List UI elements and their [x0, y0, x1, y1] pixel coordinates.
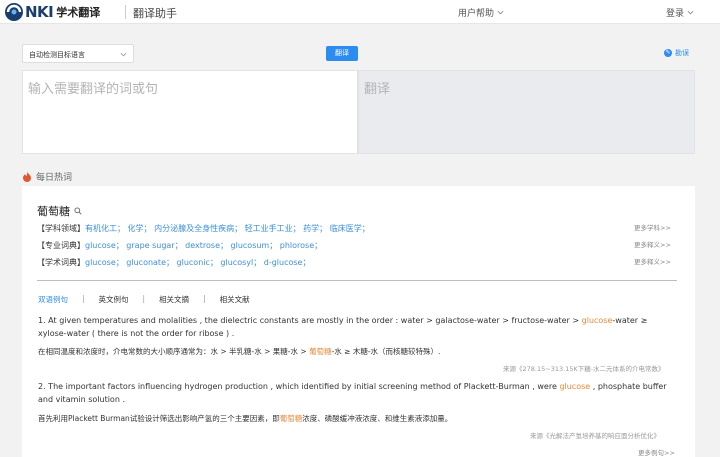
chevron-down-icon — [687, 10, 694, 15]
more-definitions-link[interactable]: 更多释义>> — [634, 239, 671, 249]
example-tabs: 双语例句 | 英文例句 | 相关文摘 | 相关文献 — [38, 294, 264, 305]
login-menu[interactable]: 登录 — [666, 6, 694, 19]
row-values[interactable]: glucose； gluconate； gluconic； glucosyl； … — [85, 258, 310, 267]
example-text: 1. At given temperatures and molalities … — [38, 316, 582, 325]
example-source[interactable]: 来源《光解法产氢培养基的响应面分析优化》 — [530, 430, 660, 440]
help-menu[interactable]: 用户帮助 — [458, 6, 504, 19]
fire-icon — [23, 171, 31, 182]
divider — [37, 280, 677, 281]
chevron-down-icon — [120, 52, 127, 57]
example-text: 2. The important factors influencing hyd… — [38, 382, 560, 391]
row-tag: 【专业词典】 — [37, 241, 85, 250]
more-definitions-link[interactable]: 更多释义>> — [634, 256, 671, 266]
example-text: 在相同温度和浓度时，介电常数的大小顺序通常为：水 > 半乳糖-水 > 果糖-水 … — [38, 347, 310, 356]
translation-output: 翻译 — [358, 70, 695, 154]
language-select-value: 自动检测目标语言 — [29, 51, 85, 59]
header-divider — [125, 5, 126, 19]
feedback-link[interactable]: ✎ 勘误 — [664, 48, 689, 58]
more-subjects-link[interactable]: 更多学科>> — [634, 222, 671, 232]
example-chinese: 首先利用Plackett Burman试验设计筛选出影响产氢的三个主要因素，即葡… — [38, 413, 452, 424]
chevron-down-icon — [497, 10, 504, 15]
example-english: 2. The important factors influencing hyd… — [38, 380, 678, 406]
feedback-label: 勘误 — [675, 49, 689, 57]
tab-english-examples[interactable]: 英文例句 — [99, 294, 143, 305]
language-select[interactable]: 自动检测目标语言 — [22, 44, 134, 63]
example-highlight: glucose — [581, 316, 613, 325]
source-placeholder: 输入需要翻译的词或句 — [28, 82, 159, 97]
row-values[interactable]: glucose； grape sugar； dextrose； glucosum… — [85, 241, 322, 250]
hot-word: 葡萄糖 — [37, 205, 70, 218]
academic-dictionary-row: 【学术词典】glucose； gluconate； gluconic； gluc… — [37, 257, 310, 268]
target-placeholder: 翻译 — [364, 82, 391, 97]
translate-button[interactable]: 翻译 — [326, 46, 358, 61]
more-examples-link[interactable]: 更多例句>> — [638, 447, 675, 457]
hot-word-card: 葡萄糖 【学科领域】有机化工； 化学； 内分泌腺及全身性疾病； 轻工业手工业； … — [22, 186, 695, 457]
subject-field-row: 【学科领域】有机化工； 化学； 内分泌腺及全身性疾病； 轻工业手工业； 药学； … — [37, 223, 370, 234]
example-text: -水 ≥ 木糖-水（而核糖较特殊）. — [331, 347, 441, 356]
top-header: NKI 学术翻译 翻译助手 用户帮助 登录 — [0, 0, 720, 24]
row-values[interactable]: 有机化工； 化学； 内分泌腺及全身性疾病； 轻工业手工业； 药学； 临床医学； — [85, 224, 370, 233]
hot-words-label: 每日热词 — [36, 173, 73, 183]
example-text: 首先利用Plackett Burman试验设计筛选出影响产氢的三个主要因素，即 — [38, 414, 280, 423]
translation-panel: 自动检测目标语言 翻译 ✎ 勘误 输入需要翻译的词或句 翻译 — [22, 40, 695, 154]
help-label: 用户帮助 — [458, 9, 495, 19]
hot-word-title: 葡萄糖 — [37, 203, 82, 219]
professional-dictionary-row: 【专业词典】glucose； grape sugar； dextrose； gl… — [37, 240, 322, 251]
logo-text: 学术翻译 — [56, 6, 101, 19]
tab-related-literature[interactable]: 相关文献 — [220, 294, 264, 305]
edit-icon: ✎ — [664, 49, 672, 57]
example-text: 浓度、磷酸缓冲液浓度、和维生素液添加量。 — [302, 414, 453, 423]
example-highlight: 葡萄糖 — [309, 347, 332, 356]
cnki-logo[interactable]: NKI 学术翻译 — [4, 1, 100, 23]
tab-related-abstracts[interactable]: 相关文摘 — [159, 294, 203, 305]
example-source[interactable]: 来源《278.15~313.15K下糖-水二元体系的介电常数》 — [503, 363, 665, 373]
row-tag: 【学科领域】 — [37, 224, 85, 233]
tab-separator: | — [203, 294, 206, 303]
search-icon[interactable] — [74, 207, 82, 215]
logo-letters: NKI — [25, 3, 54, 21]
app-title: 翻译助手 — [133, 7, 177, 20]
hot-words-heading: 每日热词 — [22, 170, 72, 183]
tab-separator: | — [82, 294, 85, 303]
example-english: 1. At given temperatures and molalities … — [38, 314, 678, 340]
example-chinese: 在相同温度和浓度时，介电常数的大小顺序通常为：水 > 半乳糖-水 > 果糖-水 … — [38, 346, 440, 357]
row-tag: 【学术词典】 — [37, 258, 85, 267]
tab-separator: | — [142, 294, 146, 303]
source-text-input[interactable]: 输入需要翻译的词或句 — [22, 70, 358, 154]
example-highlight: 葡萄糖 — [279, 414, 303, 423]
example-highlight: glucose — [559, 382, 591, 391]
globe-logo-icon — [5, 3, 23, 21]
login-label: 登录 — [666, 9, 685, 19]
tab-bilingual-examples[interactable]: 双语例句 — [38, 294, 82, 305]
